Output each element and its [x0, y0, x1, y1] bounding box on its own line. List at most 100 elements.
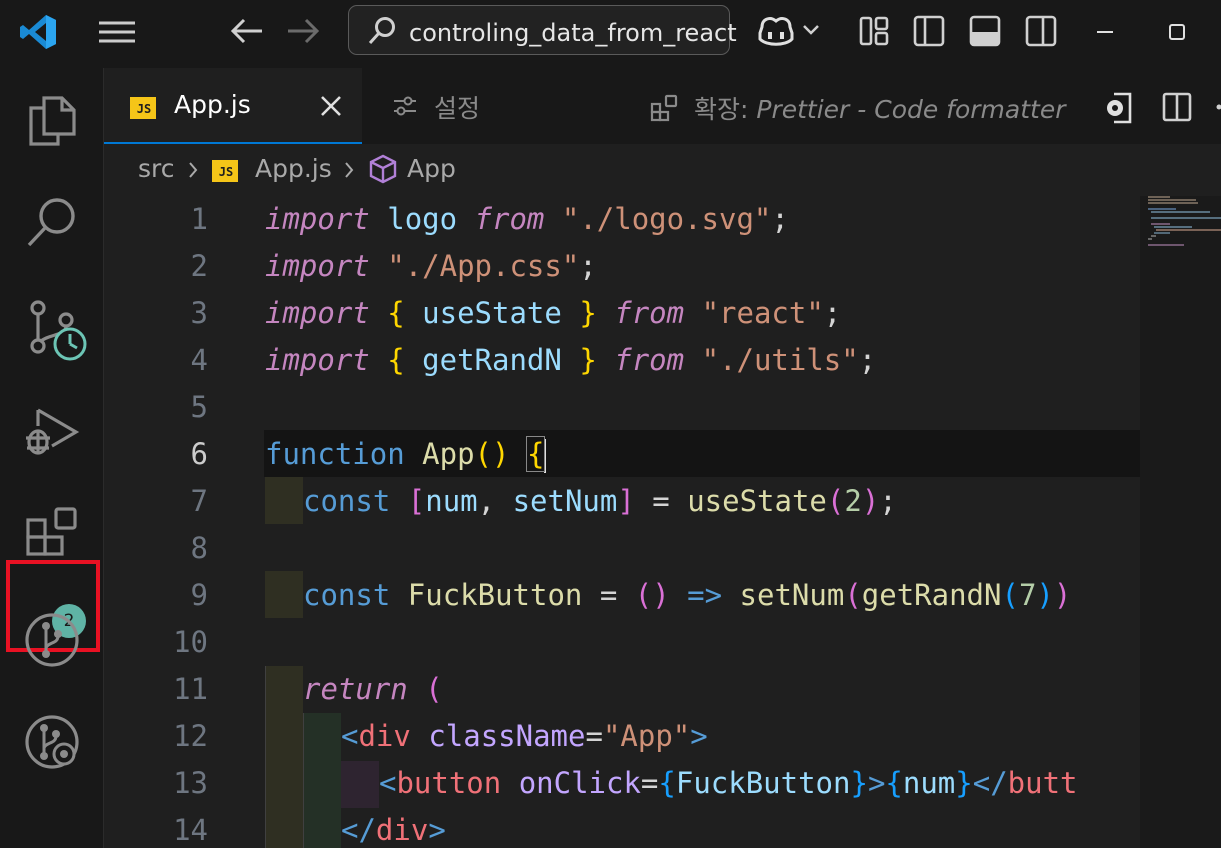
- token: (: [425, 672, 443, 706]
- token: ;: [858, 343, 877, 377]
- line-number: 3: [190, 296, 208, 330]
- token: function: [265, 437, 405, 471]
- tab-extension-prettier[interactable]: 확장: Prettier - Code formatter: [694, 90, 1066, 126]
- open-settings-json-icon[interactable]: [1104, 92, 1134, 124]
- minimap[interactable]: [1140, 196, 1221, 848]
- minimize-icon[interactable]: [1096, 30, 1114, 34]
- search-text: controling_data_from_react: [409, 19, 737, 47]
- restore-icon[interactable]: [1168, 23, 1186, 41]
- token: (: [826, 484, 845, 518]
- token: </: [972, 766, 1008, 800]
- token: (): [634, 578, 670, 612]
- forward-arrow-icon[interactable]: [286, 17, 320, 45]
- toggle-secondary-sidebar-icon[interactable]: [1025, 15, 1057, 47]
- token: getRandN: [861, 578, 1002, 612]
- tab-ext-prefix: 확장:: [694, 95, 757, 124]
- token: import: [265, 343, 370, 377]
- menu-icon[interactable]: [98, 20, 136, 44]
- indent-guide: [265, 666, 303, 848]
- code-editor[interactable]: 1 2 3 4 5 6 7 8 9 10 11 12 13 14 import …: [104, 196, 1140, 848]
- indent-guide-line: [265, 666, 266, 848]
- token: (: [1001, 578, 1019, 612]
- token: import: [265, 202, 370, 236]
- extension-tab-icon: [650, 94, 678, 122]
- token: getRandN: [422, 343, 562, 377]
- token: "App": [602, 719, 691, 753]
- tab-app-js[interactable]: JS App.js: [104, 68, 362, 144]
- token: ]: [617, 484, 635, 518]
- token: onClick: [518, 766, 641, 800]
- extensions-icon[interactable]: [26, 506, 80, 560]
- search-icon[interactable]: [26, 196, 78, 248]
- token: ): [1053, 578, 1072, 612]
- token: ;: [771, 202, 789, 236]
- git-graph-icon[interactable]: [24, 612, 80, 668]
- line-number: 12: [173, 719, 208, 753]
- code-line-3: import { useState } from "react";: [265, 290, 841, 337]
- line-number: 8: [190, 531, 208, 565]
- close-icon[interactable]: [320, 95, 342, 117]
- token: import: [265, 249, 370, 283]
- code-line-9: const FuckButton = () => setNum(getRandN…: [303, 572, 1071, 619]
- token: "./App.css": [387, 249, 580, 283]
- toggle-primary-sidebar-icon[interactable]: [913, 15, 945, 47]
- token: "./utils": [701, 343, 859, 377]
- breadcrumb-file[interactable]: App.js: [255, 154, 332, 183]
- git-history-icon[interactable]: [24, 714, 82, 772]
- code-line-1: import logo from "./logo.svg";: [265, 196, 789, 243]
- source-control-icon[interactable]: [28, 300, 90, 362]
- token: FuckButton: [407, 578, 583, 612]
- token: 2: [844, 484, 862, 518]
- token: }: [850, 766, 868, 800]
- command-center-search[interactable]: controling_data_from_react: [348, 5, 737, 55]
- vscode-logo-icon: [18, 12, 58, 52]
- indent-guide: [265, 477, 303, 524]
- code-line-7: const [num, setNum] = useState(2);: [303, 478, 897, 525]
- breadcrumb: src JS App.js App: [104, 144, 1221, 196]
- line-number: 1: [190, 202, 208, 236]
- back-arrow-icon[interactable]: [230, 17, 264, 45]
- token: {: [525, 436, 546, 472]
- indent-guide: [341, 761, 379, 808]
- token: from: [614, 343, 685, 377]
- token: =: [640, 766, 659, 800]
- js-file-icon: JS: [212, 160, 238, 182]
- search-icon: [367, 16, 397, 46]
- minimap-preview: [1148, 196, 1221, 246]
- code-line-6: function App() {: [265, 431, 547, 478]
- token: button: [396, 766, 502, 800]
- line-number: 7: [190, 484, 208, 518]
- token: setNum: [512, 484, 618, 518]
- line-number: 2: [190, 249, 208, 283]
- line-number: 5: [190, 390, 208, 424]
- breadcrumb-symbol[interactable]: App: [407, 154, 456, 183]
- copilot-icon[interactable]: [756, 13, 796, 49]
- explorer-icon[interactable]: [28, 94, 76, 146]
- token: const: [303, 578, 391, 612]
- toggle-panel-icon[interactable]: [969, 15, 1001, 47]
- token: logo: [387, 202, 458, 236]
- chevron-right-icon: [344, 161, 354, 179]
- text-cursor: [544, 439, 547, 473]
- token: >: [867, 766, 886, 800]
- token: ): [1036, 578, 1054, 612]
- token: setNum: [739, 578, 845, 612]
- code-line-2: import "./App.css";: [265, 243, 597, 290]
- split-editor-icon[interactable]: [1162, 92, 1192, 122]
- token: "react": [701, 296, 824, 330]
- token: FuckButton: [675, 766, 851, 800]
- token: =: [634, 484, 688, 518]
- token: {: [885, 766, 903, 800]
- chevron-down-icon[interactable]: [802, 24, 820, 36]
- breadcrumb-folder[interactable]: src: [138, 154, 175, 183]
- more-actions-icon[interactable]: [1214, 104, 1221, 110]
- token: =: [585, 719, 603, 753]
- customize-layout-icon[interactable]: [859, 16, 889, 46]
- run-and-debug-icon[interactable]: [24, 406, 80, 460]
- tab-ext-name: Prettier - Code formatter: [756, 95, 1066, 124]
- tab-settings[interactable]: 설정: [434, 89, 480, 125]
- token: butt: [1007, 766, 1078, 800]
- js-file-icon: JS: [130, 97, 156, 119]
- line-number: 11: [173, 672, 208, 706]
- token: [: [407, 484, 426, 518]
